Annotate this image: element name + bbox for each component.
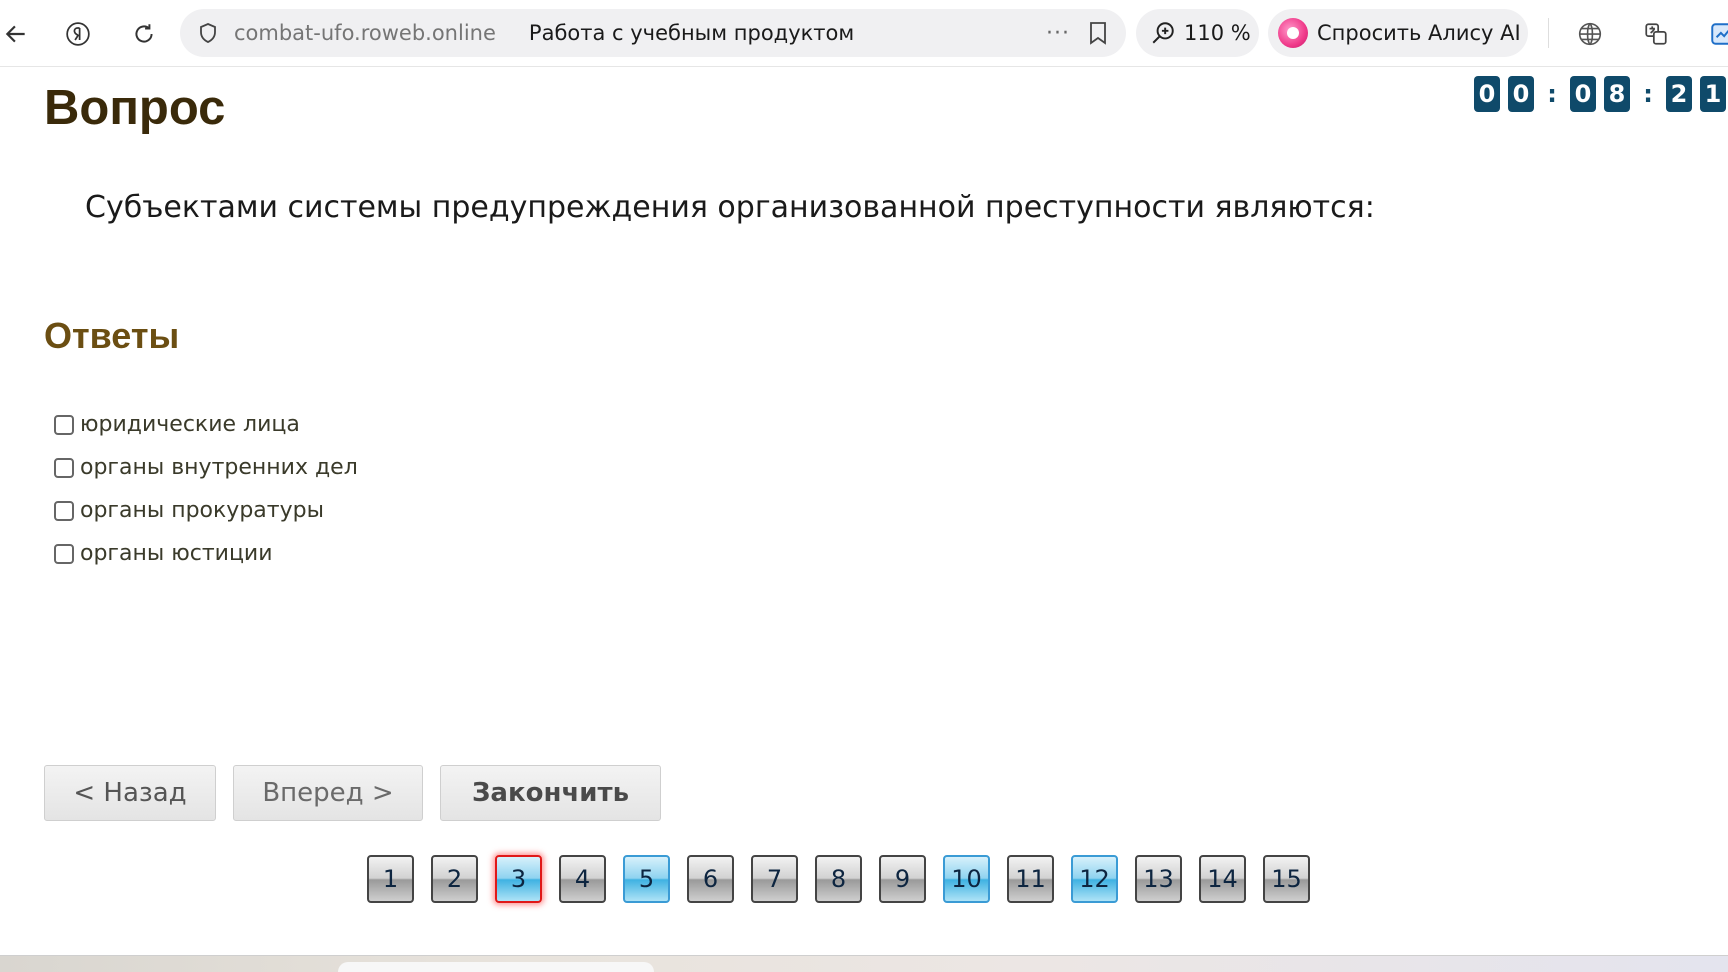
question-number-button[interactable]: 11 <box>1007 855 1054 903</box>
zoom-icon <box>1152 22 1174 44</box>
timer-digit: 0 <box>1570 76 1596 112</box>
answers-heading: Ответы <box>44 315 180 356</box>
bookmark-icon[interactable] <box>1082 17 1114 49</box>
timer-digit: 8 <box>1604 76 1630 112</box>
question-number-button[interactable]: 6 <box>687 855 734 903</box>
answer-option[interactable]: юридические лица <box>54 403 358 446</box>
answer-label: органы внутренних дел <box>80 455 358 480</box>
answer-label: органы юстиции <box>80 541 273 566</box>
answer-option[interactable]: органы прокуратуры <box>54 489 358 532</box>
taskbar-strip <box>0 955 1728 972</box>
timer-separator: : <box>1547 80 1557 108</box>
question-number-button[interactable]: 5 <box>623 855 670 903</box>
shield-icon[interactable] <box>194 19 222 47</box>
question-number-button[interactable]: 7 <box>751 855 798 903</box>
zoom-button[interactable]: 110 % <box>1136 9 1259 57</box>
question-number-button[interactable]: 13 <box>1135 855 1182 903</box>
question-number-button[interactable]: 4 <box>559 855 606 903</box>
alice-icon <box>1278 18 1308 48</box>
answer-checkbox[interactable] <box>54 500 74 521</box>
zoom-value: 110 % <box>1184 21 1251 45</box>
address-bar[interactable]: combat-ufo.roweb.online Работа с учебным… <box>180 9 1126 57</box>
translate-icon[interactable] <box>1636 14 1676 54</box>
countdown-timer: 0 0 : 0 8 : 2 1 <box>1474 76 1728 112</box>
alice-label: Спросить Алису AI <box>1317 21 1521 45</box>
yandex-icon[interactable] <box>58 14 98 54</box>
back-arrow-icon[interactable] <box>0 14 36 54</box>
answer-checkbox[interactable] <box>54 414 74 435</box>
question-text: Субъектами системы предупреждения органи… <box>85 190 1375 225</box>
timer-digit: 0 <box>1508 76 1534 112</box>
question-navigator: 1 2 3 4 5 6 7 8 9 10 11 12 13 14 15 <box>367 855 1327 905</box>
next-button[interactable]: Вперед > <box>233 765 423 821</box>
answer-option[interactable]: органы юстиции <box>54 532 358 575</box>
answer-checkbox[interactable] <box>54 543 74 564</box>
taskbar-tab[interactable] <box>338 962 654 972</box>
question-number-button[interactable]: 3 <box>495 855 542 903</box>
timer-digit: 0 <box>1474 76 1500 112</box>
answer-option[interactable]: органы внутренних дел <box>54 446 358 489</box>
address-domain: combat-ufo.roweb.online <box>234 21 496 45</box>
more-icon[interactable]: ··· <box>1042 19 1074 47</box>
question-heading: Вопрос <box>44 81 226 135</box>
question-number-button[interactable]: 14 <box>1199 855 1246 903</box>
finish-button[interactable]: Закончить <box>440 765 661 821</box>
timer-digit: 2 <box>1666 76 1692 112</box>
answer-checkbox[interactable] <box>54 457 74 478</box>
globe-icon[interactable] <box>1570 14 1610 54</box>
extension-icon[interactable] <box>1702 14 1728 54</box>
question-number-button[interactable]: 10 <box>943 855 990 903</box>
timer-separator: : <box>1643 80 1653 108</box>
toolbar-divider <box>1548 18 1549 48</box>
answer-label: юридические лица <box>80 412 300 437</box>
alice-button[interactable]: Спросить Алису AI <box>1268 9 1528 57</box>
question-number-button[interactable]: 2 <box>431 855 478 903</box>
question-number-button[interactable]: 9 <box>879 855 926 903</box>
browser-toolbar: combat-ufo.roweb.online Работа с учебным… <box>0 0 1728 67</box>
reload-icon[interactable] <box>124 14 164 54</box>
answer-label: органы прокуратуры <box>80 498 324 523</box>
answer-list: юридические лица органы внутренних дел о… <box>54 403 358 575</box>
question-number-button[interactable]: 12 <box>1071 855 1118 903</box>
question-number-button[interactable]: 15 <box>1263 855 1310 903</box>
question-number-button[interactable]: 1 <box>367 855 414 903</box>
question-number-button[interactable]: 8 <box>815 855 862 903</box>
timer-digit: 1 <box>1700 76 1726 112</box>
back-button[interactable]: < Назад <box>44 765 216 821</box>
page-title: Работа с учебным продуктом <box>528 21 855 45</box>
